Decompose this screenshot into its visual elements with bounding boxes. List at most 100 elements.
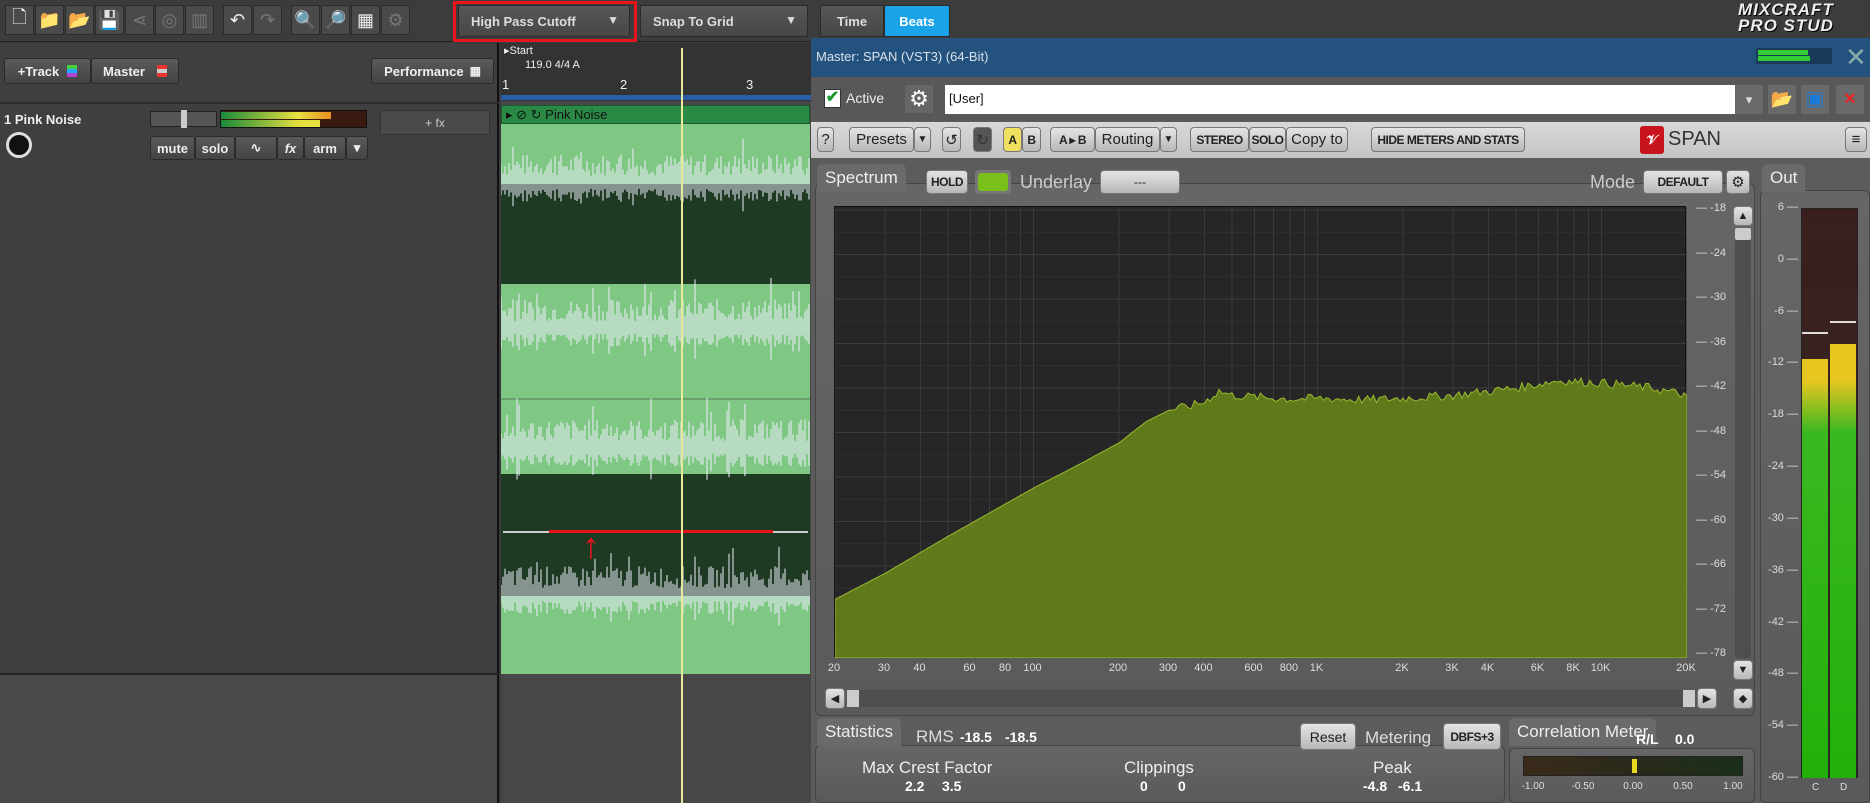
- plugin-title-meter: [1756, 48, 1832, 64]
- tracks-header-divider: [0, 102, 499, 104]
- hide-meters-button[interactable]: HIDE METERS AND STATS: [1371, 127, 1525, 152]
- master-button[interactable]: Master: [91, 58, 179, 84]
- track-menu-button[interactable]: ▾: [346, 136, 368, 160]
- undo-icon[interactable]: ↶: [223, 5, 252, 35]
- add-track-button[interactable]: +Track: [4, 58, 91, 84]
- menu-icon[interactable]: ≡: [1845, 127, 1867, 152]
- zoom-reset-button[interactable]: ◆: [1733, 688, 1753, 709]
- settings-icon[interactable]: ⚙: [381, 5, 410, 35]
- ruler[interactable]: [501, 43, 811, 101]
- fx-button[interactable]: fx: [277, 136, 304, 160]
- out-tab[interactable]: Out: [1762, 164, 1806, 192]
- routing-button[interactable]: Routing: [1095, 127, 1160, 152]
- load-preset-icon[interactable]: 📂: [1768, 85, 1796, 114]
- delete-preset-icon[interactable]: ✕: [1836, 85, 1864, 114]
- hold-color-button[interactable]: [975, 170, 1011, 194]
- scroll-right-button[interactable]: ▶: [1697, 688, 1717, 709]
- track-instrument-icon[interactable]: [6, 132, 32, 158]
- performance-button[interactable]: Performance ▦: [371, 58, 494, 84]
- metering-dropdown[interactable]: DBFS+3: [1443, 723, 1501, 750]
- open-song-icon[interactable]: 📂: [65, 5, 94, 35]
- reset-button[interactable]: Reset: [1300, 723, 1356, 750]
- db-tick-label: — -30: [1696, 291, 1726, 303]
- preset-input[interactable]: [User]: [945, 85, 1735, 114]
- scroll-down-button[interactable]: ▼: [1733, 660, 1753, 680]
- arm-button[interactable]: arm: [304, 136, 346, 160]
- hold-button[interactable]: HOLD: [926, 170, 968, 194]
- correlation-tab[interactable]: Correlation Meter: [1509, 718, 1657, 746]
- beats-button[interactable]: Beats: [884, 5, 950, 37]
- midi-icon[interactable]: ▦: [351, 5, 380, 35]
- track-color-icon: [67, 65, 78, 77]
- time-button[interactable]: Time: [820, 5, 884, 37]
- mode-dropdown[interactable]: DEFAULT: [1643, 170, 1723, 194]
- snap-dropdown-label: Snap To Grid: [653, 13, 734, 29]
- scroll-up-button[interactable]: ▲: [1733, 206, 1753, 226]
- copy-a-to-b-button[interactable]: A ▸ B: [1050, 127, 1095, 152]
- burn-cd-icon[interactable]: ◎: [155, 5, 184, 35]
- save-preset-icon[interactable]: ▣: [1801, 85, 1829, 114]
- stereo-button[interactable]: STEREO: [1190, 127, 1249, 152]
- mixdown-icon[interactable]: ▥: [185, 5, 214, 35]
- horizontal-scrollbar[interactable]: [847, 690, 1695, 707]
- db-tick-label: — -78: [1696, 647, 1726, 659]
- db-tick-label: — -36: [1696, 335, 1726, 348]
- close-icon[interactable]: ✕: [1845, 42, 1867, 73]
- spectrum-tab[interactable]: Spectrum: [817, 164, 906, 192]
- out-meter-tick-label: -42 —: [1768, 615, 1798, 628]
- audio-clip-waveform[interactable]: [501, 124, 810, 674]
- snap-dropdown[interactable]: Snap To Grid ▼: [640, 5, 808, 37]
- vertical-scrollbar[interactable]: [1735, 228, 1751, 658]
- help-button[interactable]: ?: [817, 127, 834, 152]
- copy-to-button[interactable]: Copy to: [1286, 127, 1348, 152]
- solo-button[interactable]: solo: [195, 136, 235, 160]
- zoom-out-icon[interactable]: 🔎: [321, 5, 350, 35]
- redo-icon[interactable]: ↷: [253, 5, 282, 35]
- routing-dropdown[interactable]: ▼: [1160, 127, 1177, 152]
- plugin-settings-gear-icon[interactable]: ⚙: [905, 85, 933, 113]
- spectrum-graph[interactable]: [834, 206, 1688, 659]
- redo-icon[interactable]: ↻: [973, 127, 992, 152]
- underlay-dropdown[interactable]: ---: [1100, 170, 1180, 194]
- presets-dropdown[interactable]: ▼: [914, 127, 931, 152]
- peak-right: -6.1: [1398, 778, 1423, 794]
- presets-button[interactable]: Presets: [849, 127, 914, 152]
- volume-slider-handle[interactable]: [181, 110, 187, 128]
- zoom-in-icon[interactable]: 🔍: [291, 5, 320, 35]
- automation-envelope-button[interactable]: ∿: [235, 136, 277, 160]
- open-folder-icon[interactable]: 📁: [35, 5, 64, 35]
- mode-settings-gear-icon[interactable]: ⚙: [1726, 170, 1750, 194]
- volume-slider[interactable]: [150, 110, 217, 128]
- tempo-display: 119.0 4/4 A: [525, 59, 580, 71]
- peak-left: -4.8: [1363, 778, 1388, 794]
- save-icon[interactable]: 💾: [95, 5, 124, 35]
- active-checkbox[interactable]: ✔: [824, 89, 841, 108]
- solo-button[interactable]: SOLO: [1249, 127, 1286, 152]
- rms-left: -18.5: [960, 729, 992, 745]
- db-tick-label: — -48: [1696, 424, 1726, 437]
- db-tick-label: — -54: [1696, 469, 1726, 481]
- spectrum-plot: [834, 207, 1688, 659]
- crest-left: 2.2: [905, 778, 925, 794]
- new-file-icon[interactable]: 🗋: [5, 5, 34, 35]
- frequency-tick-label: 10K: [1590, 662, 1611, 674]
- scroll-left-button[interactable]: ◀: [825, 688, 845, 709]
- frequency-scale: 20 30 40 60 80 100 200 300 400 600 800 1K 2K 3K 4K 6K 8K…: [828, 662, 1696, 682]
- out-meter-bar: [1802, 359, 1828, 778]
- track-name[interactable]: 1 Pink Noise: [4, 112, 81, 127]
- preset-b-button[interactable]: B: [1022, 127, 1041, 152]
- statistics-tab[interactable]: Statistics: [817, 718, 902, 746]
- db-tick-label: — -42: [1696, 380, 1726, 392]
- share-icon[interactable]: ⋖: [125, 5, 154, 35]
- playhead[interactable]: [681, 48, 683, 803]
- preset-a-button[interactable]: A: [1003, 127, 1022, 152]
- preset-dropdown-button[interactable]: ▾: [1735, 85, 1763, 114]
- clip-header[interactable]: ▸ ⊘ ↻ Pink Noise: [501, 105, 810, 124]
- mute-button[interactable]: mute: [150, 136, 195, 160]
- highlight-box: [453, 1, 637, 42]
- undo-icon[interactable]: ↺: [942, 127, 961, 152]
- loop-bar[interactable]: [501, 95, 811, 100]
- out-meter-tick-label: -36 —: [1768, 563, 1798, 576]
- start-marker[interactable]: ▸Start: [504, 44, 533, 57]
- add-fx-button[interactable]: + fx: [380, 110, 490, 135]
